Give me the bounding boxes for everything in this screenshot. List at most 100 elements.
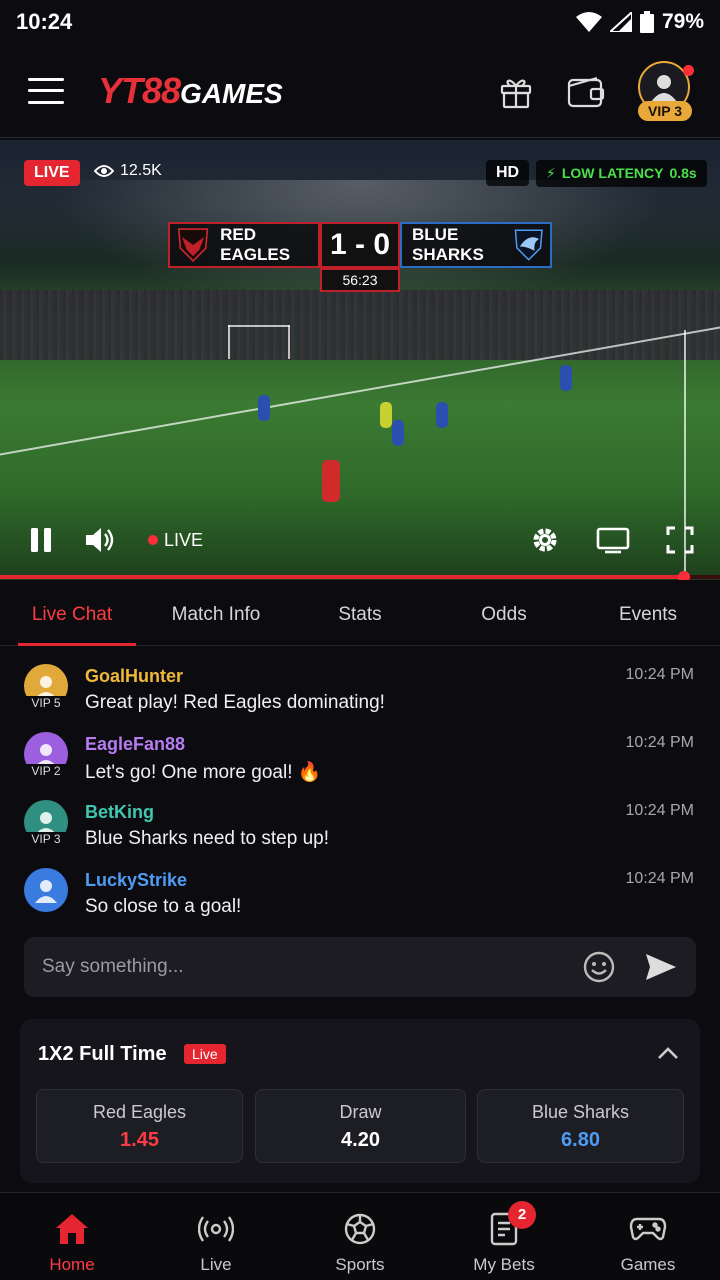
chat-message: VIP 2 EagleFan88 Let's go! One more goal! …	[0, 728, 720, 796]
cast-screen-icon[interactable]	[596, 526, 630, 554]
tab-match-info[interactable]: Match Info	[144, 586, 288, 645]
app-header: YT88 GAMES VIP 3	[0, 44, 720, 138]
odds-option-label: Blue Sharks	[531, 1102, 630, 1122]
home-team: RED EAGLES	[168, 222, 320, 268]
bets-count-badge: 2	[508, 1201, 536, 1229]
bet-slip-icon	[432, 1209, 576, 1249]
tab-events[interactable]: Events	[576, 586, 720, 645]
nav-live[interactable]: Live	[144, 1193, 288, 1280]
pause-icon[interactable]	[26, 525, 56, 555]
chat-timestamp: 10:24 PM	[625, 734, 694, 751]
status-icons: 79%	[575, 10, 704, 34]
chat-username[interactable]: BetKing	[85, 802, 154, 823]
gamepad-icon	[576, 1209, 720, 1249]
progress-fill	[0, 575, 684, 579]
match-clock: 56:23	[320, 268, 400, 292]
chat-text: Great play! Red Eagles dominating!	[85, 692, 385, 713]
video-player[interactable]: LIVE 12.5K HD ⚡ LOW LATENCY 0.8s RED EAG…	[0, 140, 720, 580]
soccer-ball-icon	[288, 1209, 432, 1249]
settings-gear-icon[interactable]	[530, 525, 560, 555]
odds-market-title: 1X2 Full Time	[38, 1043, 167, 1065]
chat-input-box	[24, 937, 696, 997]
viewer-count-text: 12.5K	[120, 162, 162, 179]
logo[interactable]: YT88 GAMES	[98, 70, 283, 112]
quality-badge[interactable]: HD	[486, 160, 530, 186]
tab-live-chat[interactable]: Live Chat	[0, 586, 144, 646]
nav-label: My Bets	[473, 1255, 535, 1274]
odds-option-value: 6.80	[561, 1129, 600, 1151]
home-icon	[0, 1209, 144, 1249]
user-avatar[interactable]	[24, 868, 68, 912]
content-tabs: Live Chat Match Info Stats Odds Events	[0, 586, 720, 646]
latency-value: 0.8s	[669, 165, 697, 181]
user-vip-level: VIP 3	[22, 832, 70, 846]
menu-icon[interactable]	[28, 77, 64, 104]
wifi-icon	[575, 12, 602, 32]
odds-option-label: Draw	[339, 1102, 382, 1122]
odds-button-red-eagles[interactable]: Red Eagles 1.45	[36, 1089, 243, 1163]
user-icon	[35, 880, 57, 903]
player-controls: LIVE	[0, 518, 720, 562]
odds-card: 1X2 Full Time Live Red Eagles 1.45 Draw 4.2…	[20, 1019, 700, 1183]
status-time: 10:24	[16, 9, 73, 34]
chat-message: VIP 3 BetKing Blue Sharks need to step up!…	[0, 796, 720, 864]
chat-message: VIP 5 GoalHunter Great play! Red Eagles do…	[0, 660, 720, 728]
odds-option-value: 1.45	[120, 1129, 159, 1151]
profile-avatar[interactable]: VIP 3	[636, 60, 694, 121]
odds-option-value: 4.20	[341, 1129, 380, 1151]
viewer-count: 12.5K	[94, 162, 162, 180]
nav-label: Sports	[335, 1255, 385, 1274]
red-eagle-crest-icon	[177, 228, 209, 263]
tab-stats[interactable]: Stats	[288, 586, 432, 645]
away-team: BLUE SHARKS	[400, 222, 552, 268]
nav-games[interactable]: Games	[576, 1193, 720, 1280]
match-score: 1 - 0	[320, 222, 400, 268]
logo-games: GAMES	[180, 77, 283, 109]
gift-icon[interactable]	[496, 71, 536, 111]
nav-sports[interactable]: Sports	[288, 1193, 432, 1280]
user-vip-level: VIP 2	[22, 764, 70, 778]
chat-timestamp: 10:24 PM	[625, 870, 694, 887]
away-team-name: BLUE SHARKS	[412, 225, 484, 264]
nav-my-bets[interactable]: My Bets 2	[432, 1193, 576, 1280]
odds-live-tag: Live	[184, 1044, 226, 1064]
send-icon[interactable]	[644, 952, 678, 982]
user-icon	[651, 74, 677, 102]
live-chat: VIP 5 GoalHunter Great play! Red Eagles do…	[0, 660, 720, 932]
live-indicator: LIVE	[148, 530, 203, 551]
nav-home[interactable]: Home	[0, 1193, 144, 1280]
nav-label: Games	[620, 1255, 676, 1274]
chat-message: LuckyStrike So close to a goal! 10:24 PM	[0, 864, 720, 932]
logo-brand: YT88	[98, 69, 181, 111]
notification-dot	[683, 64, 694, 76]
progress-knob[interactable]	[678, 571, 690, 580]
chat-input[interactable]	[42, 956, 582, 978]
bottom-navigation: Home Live Sports My Bets 2 Games	[0, 1192, 720, 1280]
chat-username[interactable]: LuckyStrike	[85, 870, 187, 891]
wallet-icon[interactable]	[566, 71, 606, 111]
chat-text: So close to a goal!	[85, 896, 242, 917]
latency-badge: ⚡ LOW LATENCY 0.8s	[536, 160, 707, 187]
chat-username[interactable]: EagleFan88	[85, 734, 185, 755]
chat-timestamp: 10:24 PM	[625, 666, 694, 683]
live-indicator-text: LIVE	[164, 529, 204, 550]
chat-username[interactable]: GoalHunter	[85, 666, 183, 687]
tab-odds[interactable]: Odds	[432, 586, 576, 645]
home-team-name: RED EAGLES	[220, 225, 291, 264]
broadcast-icon	[144, 1209, 288, 1249]
blue-shark-crest-icon	[514, 229, 543, 261]
scoreboard: RED EAGLES 1 - 0 BLUE SHARKS 56:23	[168, 222, 552, 292]
volume-icon[interactable]	[84, 525, 116, 555]
fullscreen-icon[interactable]	[666, 526, 694, 554]
odds-button-draw[interactable]: Draw 4.20	[255, 1089, 466, 1163]
odds-button-blue-sharks[interactable]: Blue Sharks 6.80	[477, 1089, 684, 1163]
battery-percent: 79%	[661, 10, 704, 33]
chat-text: Let's go! One more goal! 🔥	[85, 762, 322, 783]
status-bar: 10:24 79%	[0, 0, 720, 44]
lightning-icon: ⚡	[546, 165, 556, 181]
video-progress-bar[interactable]	[0, 571, 720, 580]
user-vip-level: VIP 5	[22, 696, 70, 710]
chevron-up-icon[interactable]	[656, 1045, 680, 1061]
emoji-icon[interactable]	[582, 950, 616, 984]
chat-text: Blue Sharks need to step up!	[85, 828, 329, 849]
